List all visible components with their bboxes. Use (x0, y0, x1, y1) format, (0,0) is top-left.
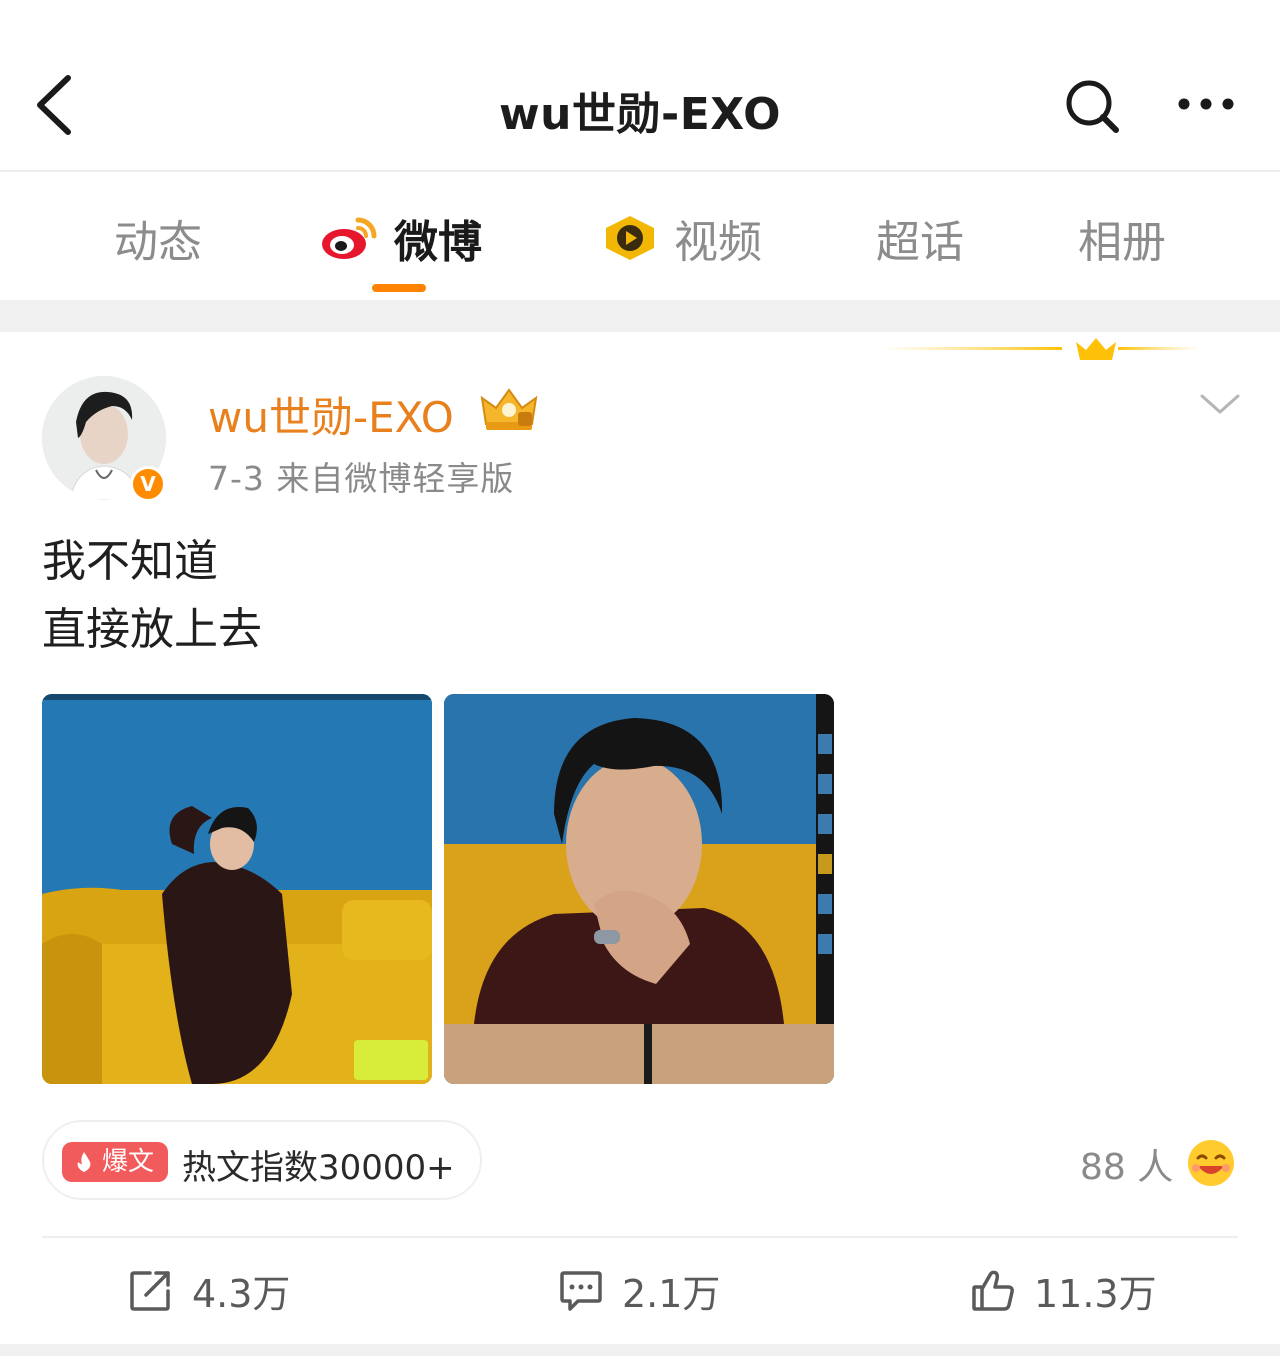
search-button[interactable] (1062, 76, 1122, 136)
crown-decoration-icon (880, 338, 1200, 360)
tab-label: 相册 (1078, 217, 1166, 268)
hot-pill-label: 爆文 (102, 1147, 155, 1177)
hot-post-badge[interactable]: 爆文 热文指数30000+ (42, 1120, 482, 1200)
more-horizontal-icon (1178, 98, 1234, 110)
repost-button[interactable]: 4.3万 (128, 1262, 290, 1318)
comment-button[interactable]: 2.1万 (558, 1262, 720, 1318)
crown-vip-badge-icon[interactable] (480, 386, 538, 432)
top-navigation-bar: wu世勋-EXO (0, 0, 1280, 170)
photo-monitor-portrait-icon (444, 694, 834, 1084)
profile-tabs: 动态 微博 视频 超话 相册 (0, 172, 1280, 300)
active-tab-indicator (372, 284, 426, 292)
post-text: 我不知道 直接放上去 (42, 528, 262, 664)
like-button[interactable]: 11.3万 (970, 1262, 1157, 1318)
flame-icon (77, 1152, 91, 1172)
post-meta: 7-3 来自微博轻享版 (208, 459, 515, 498)
divider (42, 1236, 1238, 1238)
weibo-logo-icon (322, 217, 377, 259)
tab-label: 视频 (674, 217, 762, 268)
tab-label: 超话 (876, 217, 964, 268)
post-text-line: 我不知道 (42, 536, 218, 587)
tab-dynamic[interactable]: 动态 (114, 208, 202, 268)
tab-album[interactable]: 相册 (1078, 208, 1166, 268)
thumbs-up-icon (972, 1270, 1014, 1311)
tab-supertopic[interactable]: 超话 (876, 208, 964, 268)
tab-weibo[interactable]: 微博 (320, 208, 482, 268)
reactor-count: 88 人 (1080, 1147, 1174, 1188)
repost-count: 4.3万 (192, 1271, 291, 1316)
hot-pill: 爆文 (62, 1142, 168, 1182)
photo-sofa-portrait-icon (42, 694, 432, 1084)
chevron-down-icon (1200, 394, 1240, 414)
tab-label: 微博 (394, 217, 482, 268)
post-text-line: 直接放上去 (42, 604, 262, 655)
laughing-emoji-icon[interactable] (1186, 1138, 1236, 1188)
post-image-1[interactable] (42, 694, 432, 1084)
tab-label: 动态 (114, 217, 202, 268)
hot-index-label: 热文指数30000+ (182, 1148, 455, 1188)
search-icon (1066, 80, 1119, 133)
more-options-button[interactable] (1174, 84, 1238, 124)
weibo-post-card: V wu世勋-EXO 7-3 来自微博轻享版 我不知道 直接放上去 爆文 热文指… (0, 332, 1280, 1356)
comment-icon (560, 1271, 602, 1311)
section-separator (0, 300, 1280, 332)
post-image-2[interactable] (444, 694, 834, 1084)
verified-badge: V (130, 466, 166, 502)
share-icon (130, 1271, 170, 1311)
like-count: 11.3万 (1034, 1271, 1157, 1316)
video-play-badge-icon (606, 216, 654, 260)
post-menu-button[interactable] (1196, 388, 1244, 418)
section-separator (0, 1344, 1280, 1356)
tab-video[interactable]: 视频 (600, 208, 762, 268)
post-author-name[interactable]: wu世勋-EXO (208, 384, 454, 445)
comment-count: 2.1万 (622, 1271, 721, 1316)
